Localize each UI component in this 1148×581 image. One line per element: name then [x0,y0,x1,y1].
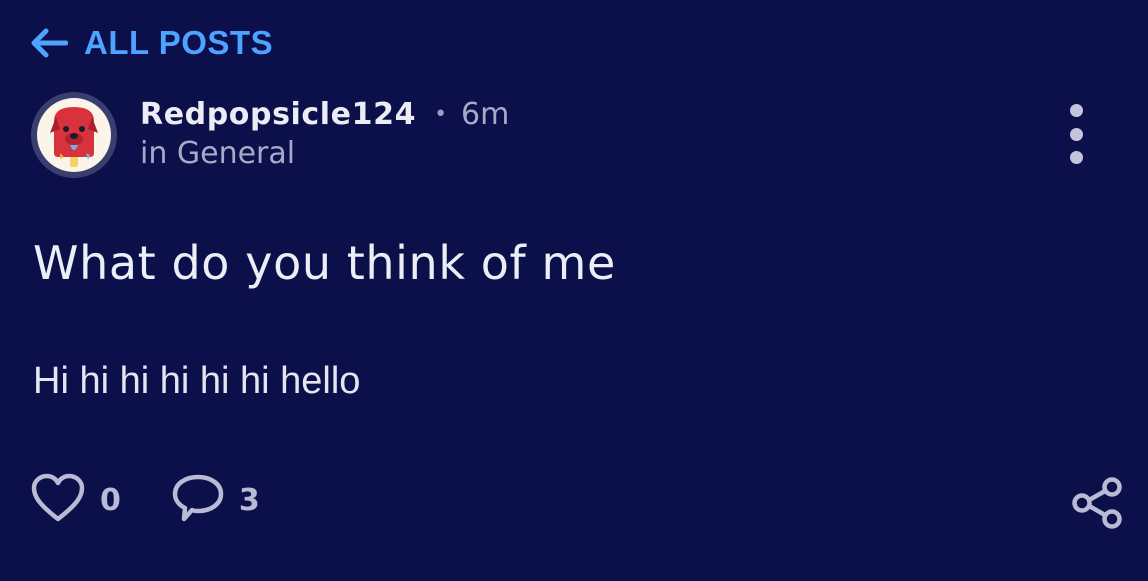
post-title: What do you think of me [33,236,616,290]
more-vertical-icon [1069,104,1083,117]
share-icon [1070,477,1126,534]
heart-icon [30,473,86,527]
post-category[interactable]: in General [140,136,509,171]
comment-count: 3 [238,482,260,518]
post-actions: 0 3 [30,470,310,530]
meta-separator: • [434,101,448,127]
comment-bubble-icon [171,473,225,527]
author-username[interactable]: Redpopsicle124 [140,97,416,132]
like-count: 0 [100,482,121,518]
more-vertical-icon-dot [1069,151,1083,164]
avatar[interactable] [31,92,117,178]
author-line: Redpopsicle124 • 6m [140,94,509,134]
share-button[interactable] [1070,476,1126,530]
all-posts-back-link[interactable]: ALL POSTS [30,22,273,64]
post-body: Hi hi hi hi hi hi hello [33,360,361,402]
like-button[interactable]: 0 [30,473,121,527]
post-header: Redpopsicle124 • 6m in General [30,92,1118,180]
back-link-label: ALL POSTS [84,24,274,61]
arrow-left-icon [30,28,68,58]
more-options-button[interactable] [1056,104,1096,164]
post-detail-screen: ALL POSTS Redpopsicle124 • 6m in General… [0,0,1148,581]
red-dog-popsicle-avatar-icon [37,98,111,172]
more-vertical-icon-dot [1069,127,1083,141]
comment-button[interactable]: 3 [171,473,260,527]
post-timestamp: 6m [461,96,510,132]
author-block: Redpopsicle124 • 6m in General [140,94,509,172]
